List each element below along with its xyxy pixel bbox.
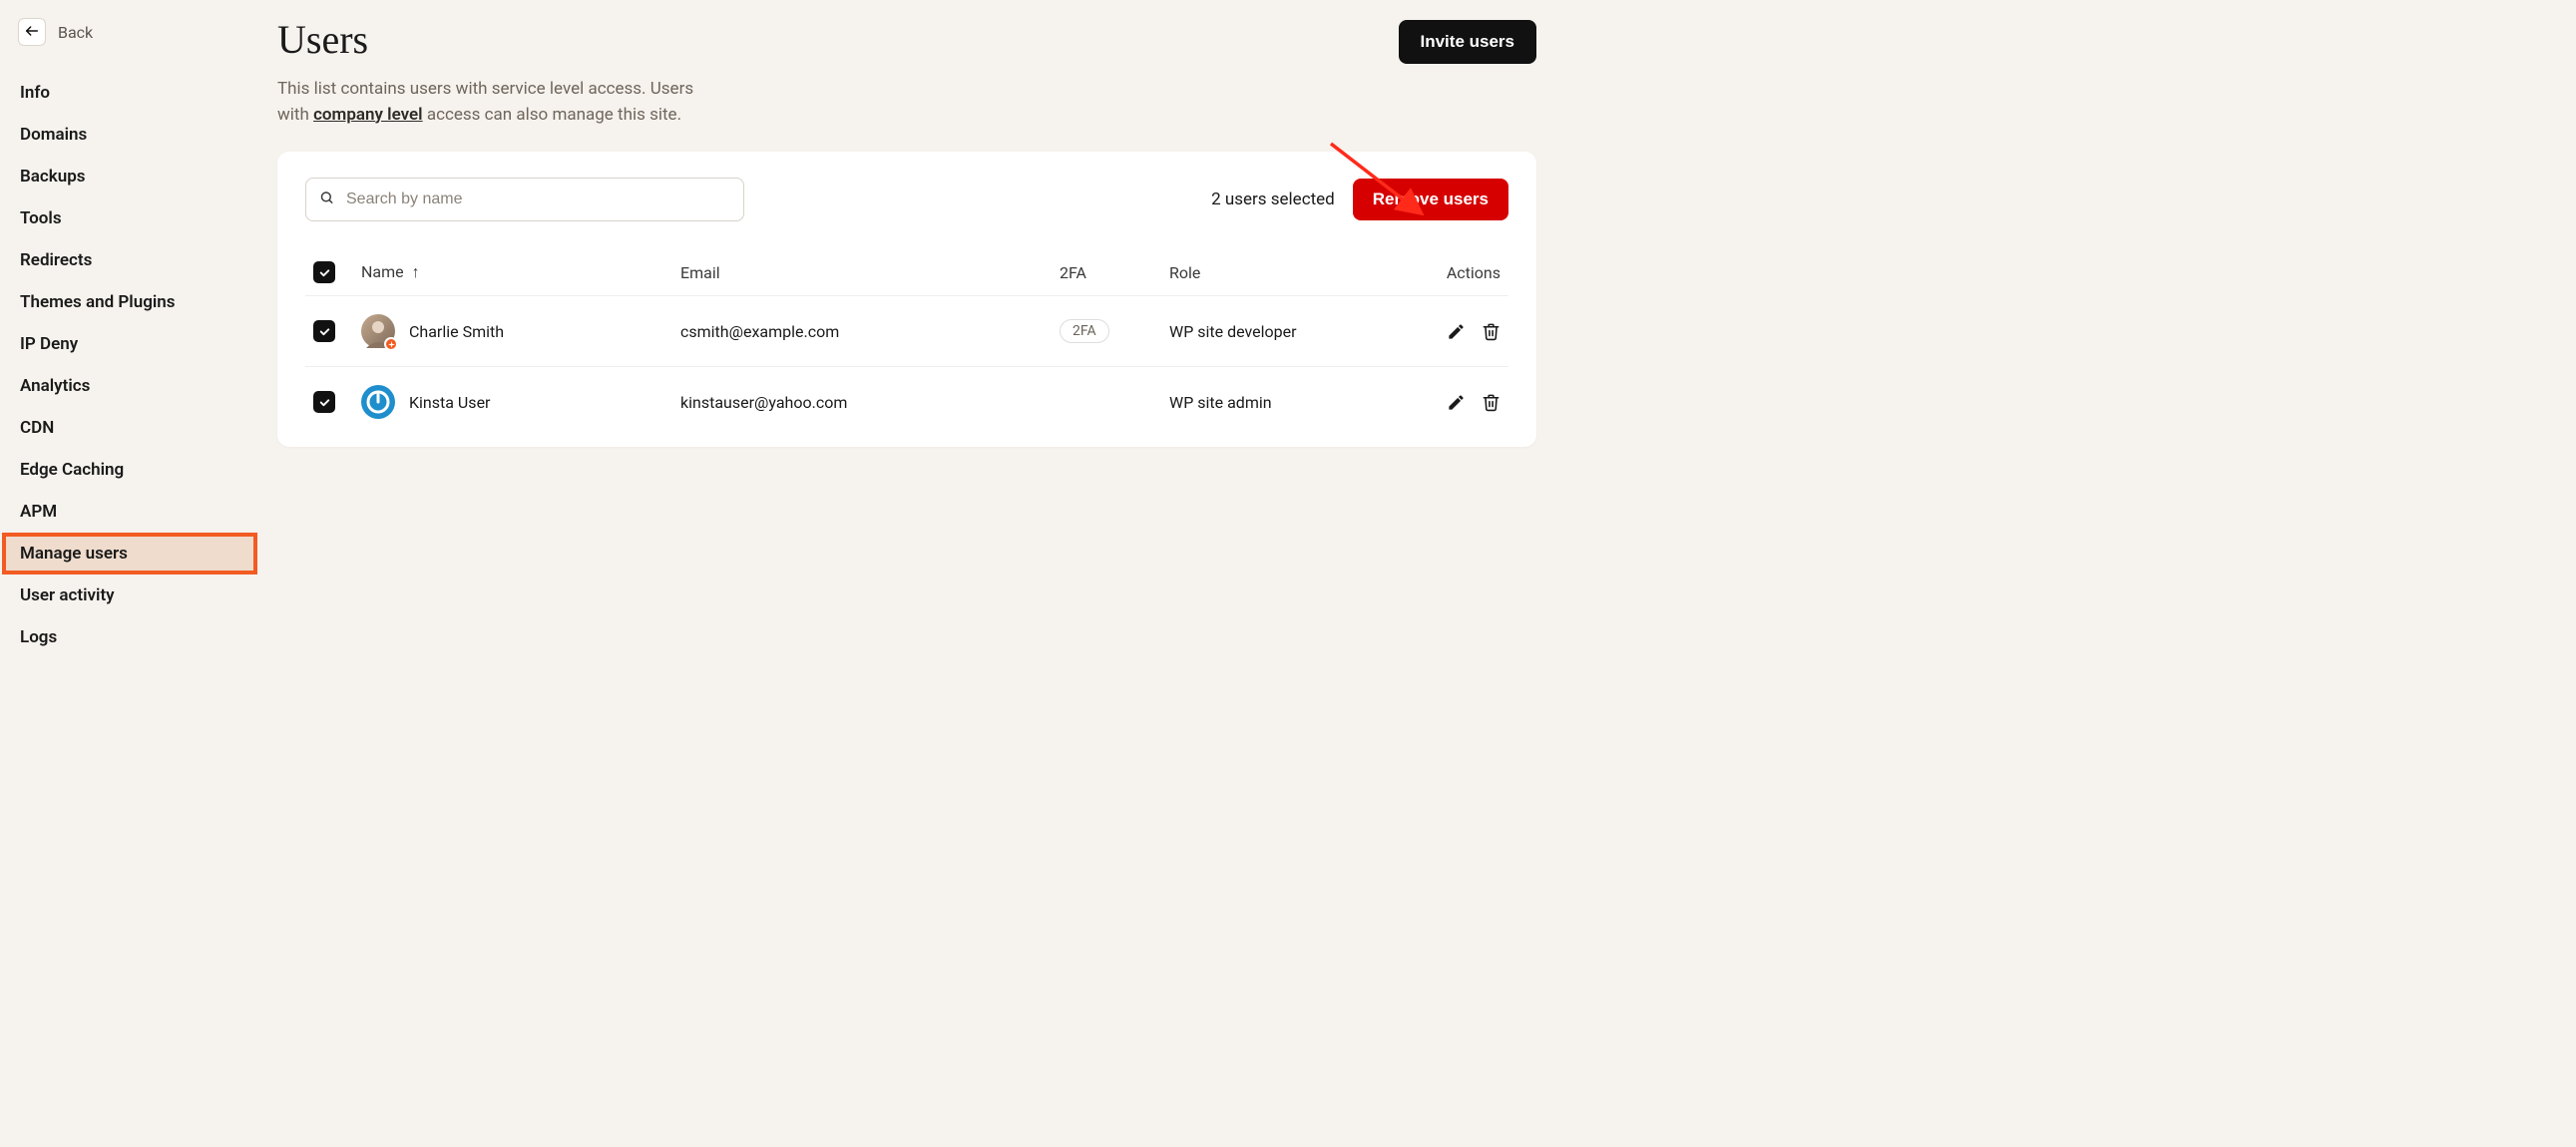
sidebar: Back InfoDomainsBackupsToolsRedirectsThe… <box>0 0 259 1147</box>
invite-users-button[interactable]: Invite users <box>1399 20 1537 64</box>
column-name-label: Name <box>361 262 404 281</box>
back-button[interactable] <box>18 18 46 46</box>
sidebar-item-info[interactable]: Info <box>0 72 259 114</box>
user-email: kinstauser@yahoo.com <box>672 367 1052 438</box>
sidebar-item-apm[interactable]: APM <box>0 491 259 533</box>
sidebar-item-ip-deny[interactable]: IP Deny <box>0 323 259 365</box>
sidebar-item-redirects[interactable]: Redirects <box>0 239 259 281</box>
select-all-checkbox[interactable] <box>313 261 335 283</box>
table-row: Kinsta User kinstauser@yahoo.com WP site a… <box>305 367 1508 438</box>
main-content: Users This list contains users with serv… <box>259 0 1566 1147</box>
users-table: Name ↑ Email 2FA Role Actions Charlie Sm… <box>305 249 1508 437</box>
search-icon <box>319 191 334 209</box>
page-subtitle: This list contains users with service le… <box>277 77 696 128</box>
users-card: 2 users selected Remove users Name <box>277 152 1536 447</box>
user-name: Kinsta User <box>409 393 490 412</box>
sidebar-item-themes-and-plugins[interactable]: Themes and Plugins <box>0 281 259 323</box>
back-label: Back <box>58 23 93 42</box>
row-checkbox[interactable] <box>313 391 335 413</box>
column-header-role[interactable]: Role <box>1161 249 1421 296</box>
sidebar-nav: InfoDomainsBackupsToolsRedirectsThemes a… <box>0 72 259 658</box>
sidebar-item-backups[interactable]: Backups <box>0 156 259 197</box>
row-checkbox[interactable] <box>313 320 335 342</box>
user-role: WP site developer <box>1161 296 1421 367</box>
edit-icon[interactable] <box>1447 393 1466 412</box>
arrow-left-icon <box>24 23 40 42</box>
subtitle-text-post: access can also manage this site. <box>423 105 681 125</box>
user-name: Charlie Smith <box>409 322 504 341</box>
tfa-badge: 2FA <box>1060 319 1109 343</box>
column-header-2fa[interactable]: 2FA <box>1052 249 1161 296</box>
sidebar-item-logs[interactable]: Logs <box>0 616 259 658</box>
delete-icon[interactable] <box>1482 393 1501 412</box>
remove-users-button[interactable]: Remove users <box>1353 179 1508 220</box>
sidebar-item-cdn[interactable]: CDN <box>0 407 259 449</box>
table-row: Charlie Smith csmith@example.com 2FA WP sit… <box>305 296 1508 367</box>
search-wrapper <box>305 178 744 221</box>
sidebar-item-domains[interactable]: Domains <box>0 114 259 156</box>
back-row: Back <box>0 8 259 72</box>
avatar <box>361 385 395 419</box>
sidebar-item-analytics[interactable]: Analytics <box>0 365 259 407</box>
sidebar-item-edge-caching[interactable]: Edge Caching <box>0 449 259 491</box>
sidebar-item-manage-users[interactable]: Manage users <box>4 535 255 573</box>
avatar <box>361 314 395 348</box>
column-header-email[interactable]: Email <box>672 249 1052 296</box>
search-input[interactable] <box>305 178 744 221</box>
delete-icon[interactable] <box>1482 322 1501 341</box>
avatar-badge-icon <box>384 337 398 351</box>
edit-icon[interactable] <box>1447 322 1466 341</box>
column-header-actions: Actions <box>1421 249 1508 296</box>
company-level-link[interactable]: company level <box>313 105 423 125</box>
page-title: Users <box>277 16 696 63</box>
selected-count-text: 2 users selected <box>1211 190 1335 209</box>
gravatar-icon <box>366 390 390 414</box>
column-header-name[interactable]: Name ↑ <box>353 249 672 296</box>
sort-asc-icon: ↑ <box>412 262 420 281</box>
sidebar-item-user-activity[interactable]: User activity <box>0 574 259 616</box>
user-email: csmith@example.com <box>672 296 1052 367</box>
sidebar-item-tools[interactable]: Tools <box>0 197 259 239</box>
user-role: WP site admin <box>1161 367 1421 438</box>
